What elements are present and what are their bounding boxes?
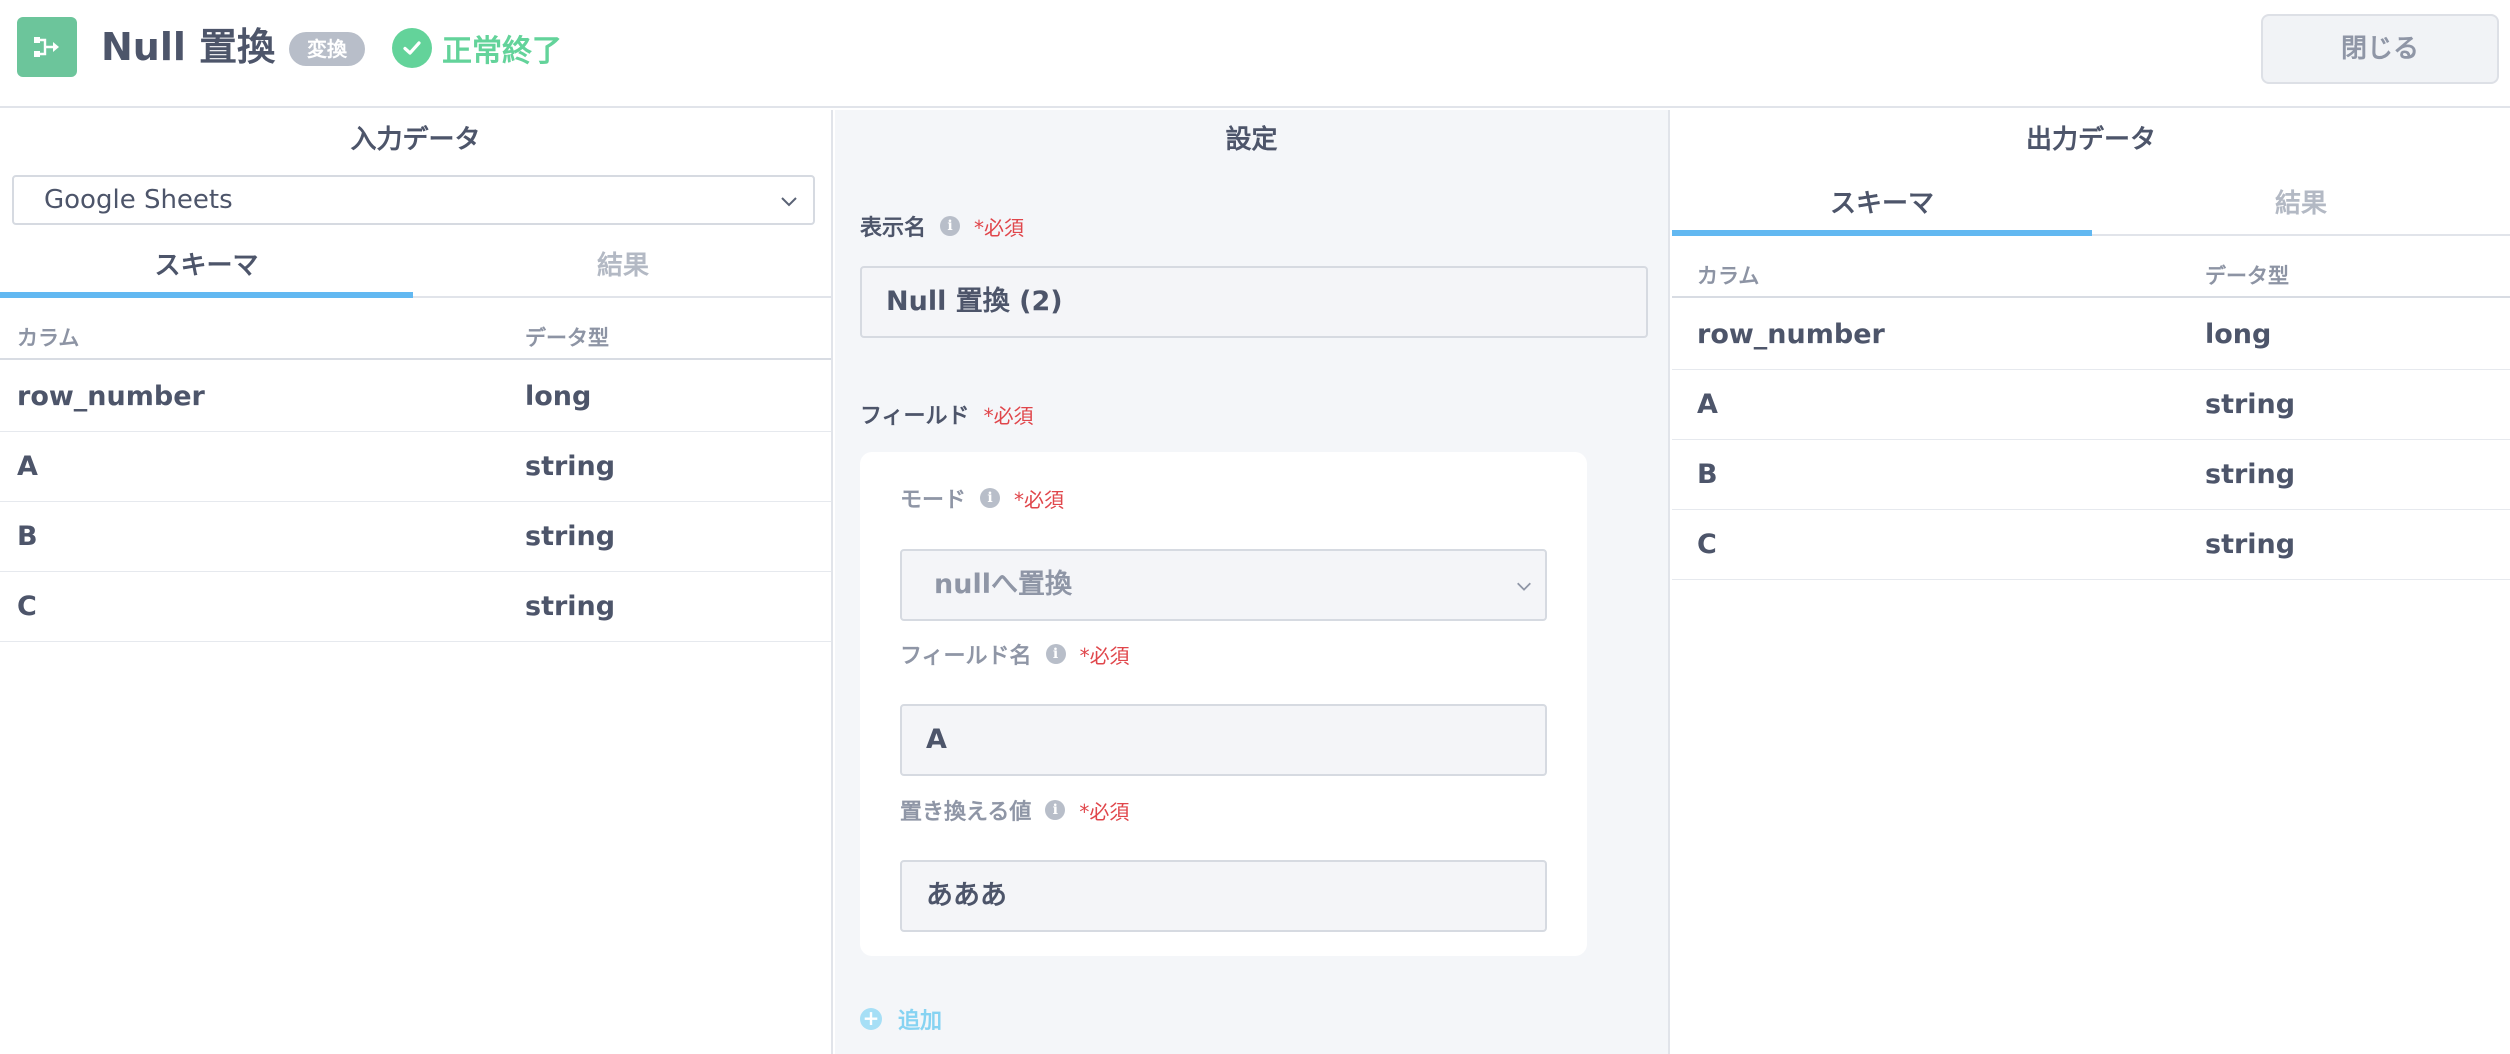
input-tabs: スキーマ 結果 — [0, 238, 831, 298]
cell-data-type: string — [525, 451, 616, 482]
flow-icon — [17, 17, 77, 77]
tab-result[interactable]: 結果 — [413, 238, 833, 298]
cell-column-name: row_number — [17, 381, 205, 412]
table-row: row_number long — [1672, 300, 2510, 370]
info-icon: i — [980, 488, 1001, 508]
output-panel-title: 出力データ — [2025, 125, 2156, 155]
table-row: C string — [0, 572, 831, 642]
display-name-input[interactable]: Null 置換 (2) — [860, 266, 1648, 338]
mode-label: モード i *必須 — [900, 482, 1064, 514]
info-icon: i — [1045, 644, 1066, 664]
column-header-column: カラム — [17, 326, 80, 350]
required-marker: *必須 — [974, 215, 1025, 240]
output-data-panel: 出力データ スキーマ 結果 カラム データ型 row_number long A… — [1672, 110, 2510, 1054]
close-button[interactable]: 閉じる — [2261, 14, 2499, 84]
plus-circle-icon: + — [860, 1008, 882, 1030]
chevron-down-icon — [781, 197, 797, 207]
display-name-label: 表示名 i *必須 — [860, 210, 1024, 242]
replace-value-label: 置き換える値 i *必須 — [900, 794, 1129, 826]
required-marker: *必須 — [1014, 487, 1065, 512]
field-card: モード i *必須 nullへ置換 フィールド名 i *必須 A 置き換える値 … — [860, 452, 1587, 956]
info-icon: i — [940, 216, 961, 236]
settings-panel: 設定 表示名 i *必須 Null 置換 (2) フィールド *必須 モード i… — [835, 110, 1670, 1054]
replace-value-input[interactable]: あああ — [900, 860, 1547, 932]
required-marker: *必須 — [1079, 799, 1130, 824]
display-name-label-text: 表示名 — [860, 216, 927, 241]
status-text: 正常終了 — [442, 34, 562, 69]
type-badge: 変換 — [289, 32, 365, 66]
table-row: A string — [1672, 370, 2510, 440]
add-field-label: 追加 — [898, 1009, 943, 1034]
cell-column-name: C — [1697, 529, 1717, 560]
cell-column-name: A — [17, 451, 38, 482]
field-name-input[interactable]: A — [900, 704, 1547, 776]
required-marker: *必須 — [1079, 643, 1130, 668]
table-row: C string — [1672, 510, 2510, 580]
output-tabs: スキーマ 結果 — [1672, 176, 2510, 236]
field-name-label-text: フィールド名 — [900, 644, 1032, 669]
table-row: B string — [0, 502, 831, 572]
cell-data-type: long — [525, 381, 592, 412]
input-column-headers: カラム データ型 — [0, 300, 831, 360]
check-circle-icon — [392, 28, 432, 68]
source-select[interactable]: Google Sheets — [12, 175, 815, 225]
input-data-panel: 入力データ Google Sheets スキーマ 結果 カラム データ型 row… — [0, 110, 833, 1054]
info-icon: i — [1045, 800, 1066, 820]
cell-column-name: B — [1697, 459, 1718, 490]
status-indicator: 正常終了 — [392, 27, 562, 69]
chevron-down-icon — [1517, 582, 1531, 591]
mode-select[interactable]: nullへ置換 — [900, 549, 1547, 621]
fields-label-text: フィールド — [860, 404, 970, 429]
input-panel-title: 入力データ — [350, 125, 481, 155]
cell-data-type: string — [2205, 389, 2296, 420]
tab-result[interactable]: 結果 — [2092, 176, 2510, 236]
cell-data-type: string — [525, 521, 616, 552]
mode-label-text: モード — [900, 488, 967, 513]
input-schema-rows: row_number long A string B string C stri… — [0, 362, 831, 642]
field-name-label: フィールド名 i *必須 — [900, 638, 1130, 670]
table-row: B string — [1672, 440, 2510, 510]
cell-data-type: string — [525, 591, 616, 622]
column-header-type: データ型 — [2205, 264, 2289, 288]
page-title: Null 置換 — [101, 25, 276, 69]
tab-schema[interactable]: スキーマ — [0, 238, 413, 298]
cell-data-type: string — [2205, 529, 2296, 560]
cell-column-name: B — [17, 521, 38, 552]
table-row: row_number long — [0, 362, 831, 432]
cell-column-name: C — [17, 591, 37, 622]
column-header-type: データ型 — [525, 326, 609, 350]
cell-column-name: row_number — [1697, 319, 1885, 350]
tab-schema[interactable]: スキーマ — [1672, 176, 2092, 236]
cell-data-type: long — [2205, 319, 2272, 350]
source-select-value: Google Sheets — [44, 185, 233, 215]
fields-label: フィールド *必須 — [860, 398, 1034, 430]
cell-column-name: A — [1697, 389, 1718, 420]
column-header-column: カラム — [1697, 264, 1760, 288]
output-column-headers: カラム データ型 — [1672, 238, 2510, 298]
cell-data-type: string — [2205, 459, 2296, 490]
output-schema-rows: row_number long A string B string C stri… — [1672, 300, 2510, 580]
replace-value-label-text: 置き換える値 — [900, 800, 1032, 825]
add-field-button[interactable]: + 追加 — [860, 1003, 942, 1035]
settings-panel-title: 設定 — [1225, 125, 1278, 155]
table-row: A string — [0, 432, 831, 502]
required-marker: *必須 — [983, 403, 1034, 428]
header-bar: Null 置換 変換 正常終了 閉じる — [0, 0, 2510, 108]
mode-select-value: nullへ置換 — [934, 569, 1072, 600]
